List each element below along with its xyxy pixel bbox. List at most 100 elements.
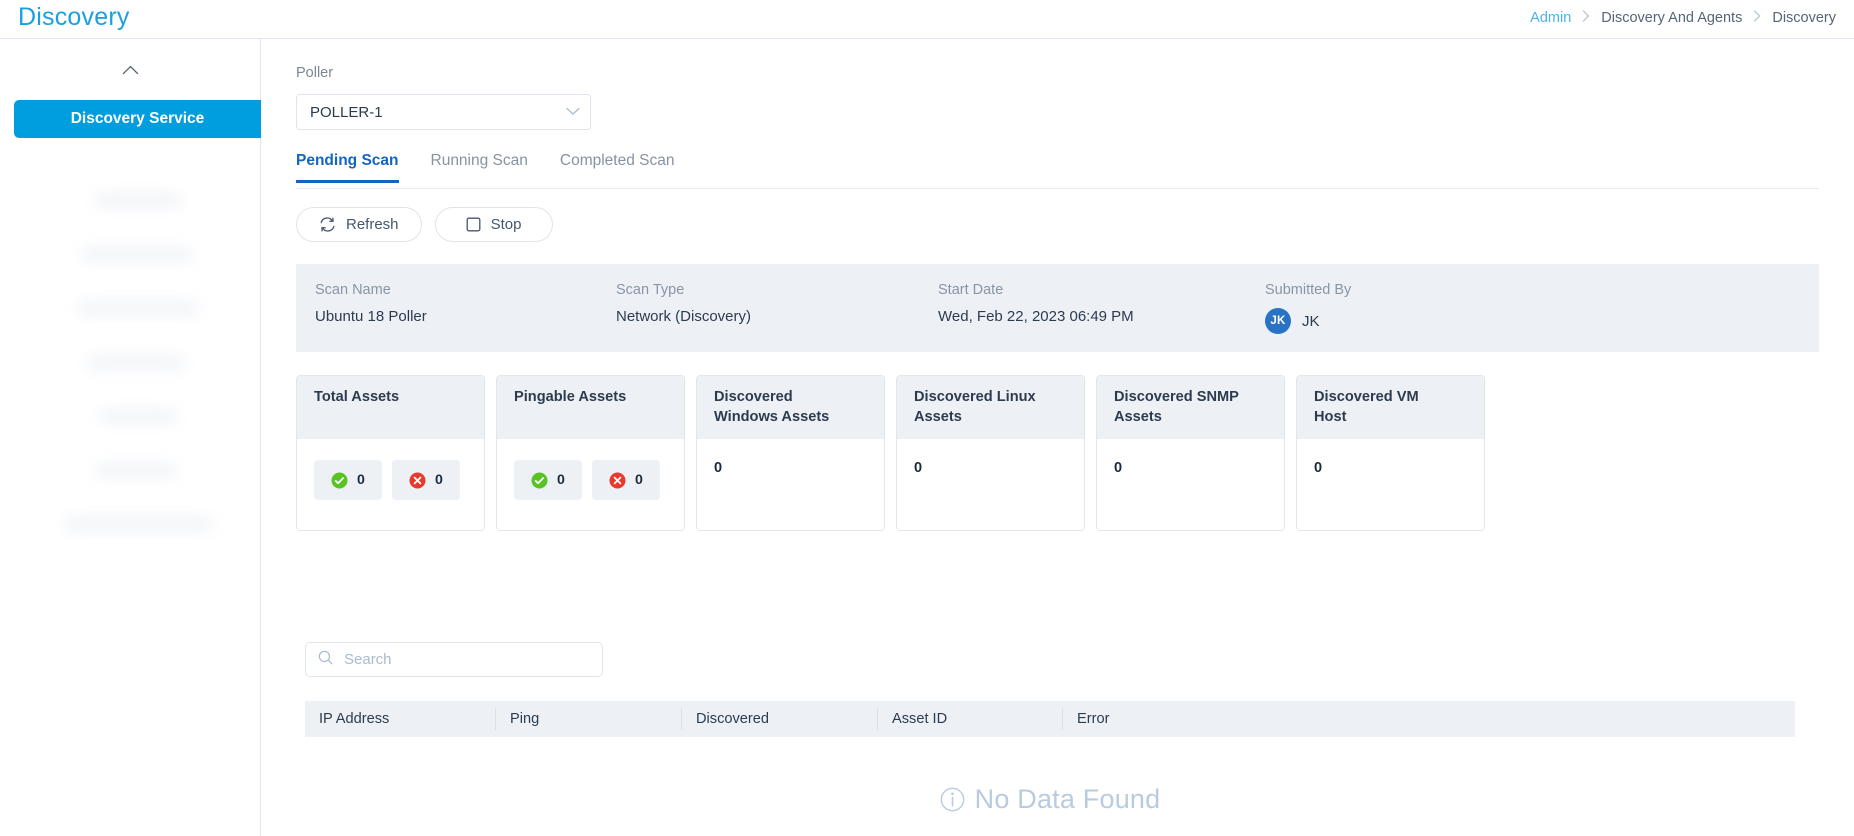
list-item <box>64 518 212 531</box>
tab-completed-scan[interactable]: Completed Scan <box>544 152 691 182</box>
card-body: 0 <box>697 439 884 530</box>
check-circle-icon <box>531 472 548 489</box>
stat-card-discovered-snmp-assets: Discovered SNMP Assets 0 <box>1096 375 1285 531</box>
top-bar: Discovery Admin Discovery And Agents Dis… <box>0 0 1854 39</box>
sidebar-item-label: Discovery Service <box>70 110 205 127</box>
column-header-asset-id[interactable]: Asset ID <box>877 708 1062 730</box>
info-label: Start Date <box>938 282 1004 298</box>
card-title-line2: Windows Assets <box>714 409 830 426</box>
stat-card-discovered-vm-host: Discovered VM Host 0 <box>1296 375 1485 531</box>
breadcrumb: Admin Discovery And Agents Discovery <box>1530 10 1836 26</box>
card-value: 0 <box>914 460 923 476</box>
card-title-line1: Discovered SNMP <box>1114 389 1239 405</box>
stop-button[interactable]: Stop <box>434 207 553 242</box>
card-title-line2: Assets <box>914 409 962 426</box>
refresh-button-label: Refresh <box>346 216 399 233</box>
list-item <box>96 194 181 207</box>
column-header-discovered[interactable]: Discovered <box>681 708 877 730</box>
info-value: Wed, Feb 22, 2023 06:49 PM <box>938 308 1134 325</box>
breadcrumb-item-discovery-and-agents[interactable]: Discovery And Agents <box>1601 10 1742 26</box>
sidebar-item-discovery-service[interactable]: Discovery Service <box>14 100 261 138</box>
tab-running-scan[interactable]: Running Scan <box>415 152 544 182</box>
poller-label: Poller <box>296 65 334 81</box>
search-icon <box>318 650 333 670</box>
column-header-error[interactable]: Error <box>1062 708 1262 730</box>
error-count: 0 <box>435 472 443 488</box>
info-label: Scan Type <box>616 282 685 298</box>
card-body: 0 0 <box>297 439 484 530</box>
card-header: Discovered VM Host <box>1297 376 1484 439</box>
list-item <box>82 248 192 261</box>
stop-button-label: Stop <box>490 216 522 233</box>
column-header-ping[interactable]: Ping <box>495 708 681 730</box>
card-title: Total Assets <box>314 389 400 405</box>
avatar: JK <box>1265 308 1291 334</box>
page-title: Discovery <box>18 3 130 31</box>
card-header: Discovered Linux Assets <box>897 376 1084 439</box>
card-header: Pingable Assets <box>497 376 684 439</box>
card-header: Discovered SNMP Assets <box>1097 376 1284 439</box>
success-count-box: 0 <box>314 460 382 500</box>
card-title-line1: Discovered Linux <box>914 389 1036 405</box>
info-label: Scan Name <box>315 282 391 298</box>
tab-label: Running Scan <box>430 152 528 169</box>
scan-tabs: Pending Scan Running Scan Completed Scan <box>296 152 1819 189</box>
scan-info-panel: Scan Name Ubuntu 18 Poller Scan Type Net… <box>296 264 1819 352</box>
chevron-right-icon <box>1582 10 1590 24</box>
error-count-box: 0 <box>592 460 660 500</box>
card-title-line2: Assets <box>1114 409 1162 426</box>
refresh-button[interactable]: Refresh <box>296 207 422 242</box>
info-value: Ubuntu 18 Poller <box>315 308 427 325</box>
list-item <box>78 302 198 315</box>
success-count: 0 <box>357 472 365 488</box>
stat-card-discovered-linux-assets: Discovered Linux Assets 0 <box>896 375 1085 531</box>
tab-label: Completed Scan <box>559 152 675 169</box>
info-label: Submitted By <box>1265 282 1352 298</box>
scan-info-scan-type: Scan Type Network (Discovery) <box>616 264 938 352</box>
info-value: Network (Discovery) <box>616 308 752 325</box>
card-value: 0 <box>714 460 723 476</box>
chevron-up-icon <box>122 65 139 75</box>
poller-select[interactable]: POLLER-1 <box>296 94 591 130</box>
chevron-right-icon <box>1753 10 1761 24</box>
empty-state: No Data Found <box>305 784 1795 815</box>
poller-selected-value: POLLER-1 <box>310 103 383 121</box>
info-value: JK <box>1302 312 1320 330</box>
check-circle-icon <box>331 472 348 489</box>
chevron-down-icon <box>566 103 580 121</box>
refresh-icon <box>319 216 336 233</box>
stat-card-pingable-assets: Pingable Assets 0 0 <box>496 375 685 531</box>
breadcrumb-item-admin[interactable]: Admin <box>1530 10 1571 26</box>
empty-state-message: No Data Found <box>974 784 1161 814</box>
card-value: 0 <box>1114 460 1123 476</box>
scan-info-start-date: Start Date Wed, Feb 22, 2023 06:49 PM <box>938 264 1265 352</box>
list-item <box>96 464 176 477</box>
success-count: 0 <box>557 472 565 488</box>
error-count-box: 0 <box>392 460 460 500</box>
stop-square-icon <box>466 217 481 232</box>
card-title-line1: Discovered <box>714 389 793 405</box>
card-header: Total Assets <box>297 376 484 439</box>
card-body: 0 <box>1097 439 1284 530</box>
tab-pending-scan[interactable]: Pending Scan <box>296 152 415 183</box>
main-content: Poller POLLER-1 Pending Scan Running Sca… <box>261 39 1854 836</box>
error-circle-icon <box>409 472 426 489</box>
sidebar-collapse-button[interactable] <box>0 59 261 81</box>
card-body: 0 <box>897 439 1084 530</box>
toolbar: Refresh Stop <box>296 207 553 242</box>
card-body: 0 0 <box>497 439 684 530</box>
card-title-line2: Host <box>1314 409 1347 426</box>
scan-info-scan-name: Scan Name Ubuntu 18 Poller <box>296 264 616 352</box>
card-title: Pingable Assets <box>514 389 627 405</box>
tab-label: Pending Scan <box>296 152 399 169</box>
search-box[interactable] <box>305 642 603 677</box>
sidebar-placeholder-items <box>64 194 259 572</box>
success-count-box: 0 <box>514 460 582 500</box>
column-header-ip-address[interactable]: IP Address <box>305 708 495 730</box>
sidebar: Discovery Service <box>0 39 261 836</box>
card-value: 0 <box>1314 460 1323 476</box>
scan-info-submitted-by: Submitted By JK JK <box>1265 264 1565 352</box>
results-table-header: IP Address Ping Discovered Asset ID Erro… <box>305 701 1795 737</box>
search-input[interactable] <box>342 650 590 669</box>
error-circle-icon <box>609 472 626 489</box>
